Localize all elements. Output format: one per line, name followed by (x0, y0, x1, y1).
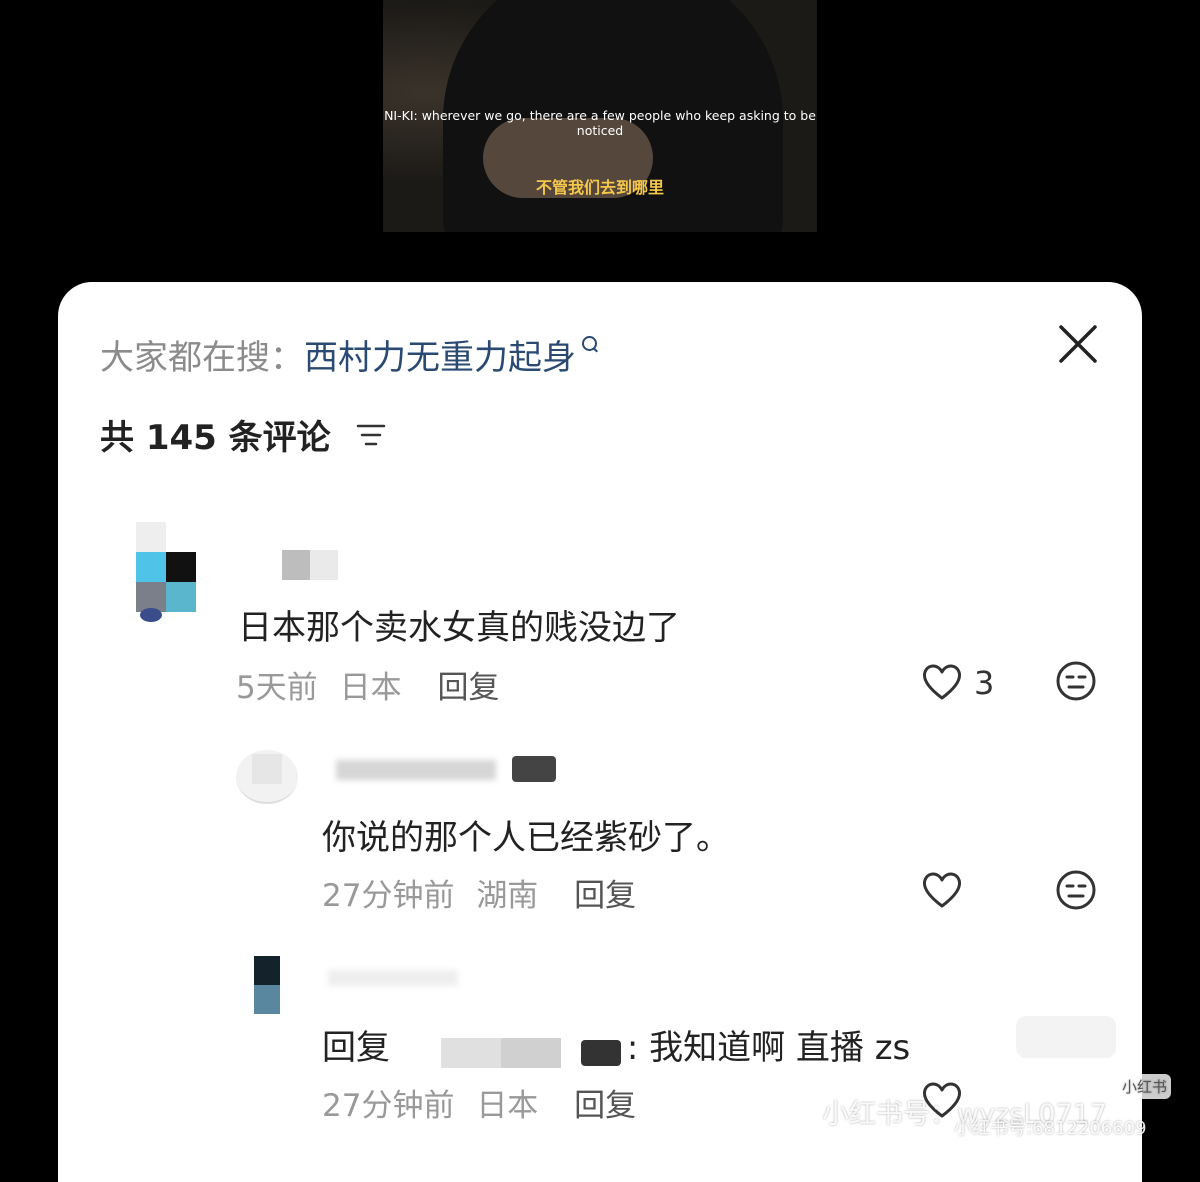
search-icon (582, 336, 597, 351)
close-icon[interactable] (1056, 322, 1100, 366)
like-count: 3 (974, 664, 995, 702)
avatar[interactable] (136, 522, 196, 622)
comment-location: 日本 (339, 670, 402, 706)
username-blurred[interactable] (328, 964, 458, 992)
video-preview[interactable]: NI-KI: wherever we go, there are a few p… (383, 0, 817, 232)
watermark-logo (1016, 1016, 1116, 1058)
search-suggestion[interactable]: 大家都在搜：西村力无重力起身 (100, 330, 597, 379)
comment-meta: 27分钟前 湖南 回复 (322, 870, 636, 915)
comment-location: 湖南 (476, 878, 539, 914)
search-suggestion-term[interactable]: 西村力无重力起身 (304, 338, 576, 378)
reply-button[interactable]: 回复 (437, 670, 499, 706)
heart-icon[interactable] (920, 660, 964, 704)
comment-meta: 27分钟前 日本 回复 (322, 1080, 636, 1125)
search-suggestion-prefix: 大家都在搜： (100, 338, 304, 378)
comment-text: 回复 : 我知道啊 直播 zs (322, 1020, 910, 1070)
watermark-logo-text: 小红书 (1118, 1074, 1172, 1099)
heart-icon[interactable] (920, 868, 964, 912)
video-caption-chinese: 不管我们去到哪里 (535, 178, 664, 197)
comment-sheet: 大家都在搜：西村力无重力起身 共 145 条评论 日本那个卖水女真的贱没边了 5… (58, 282, 1142, 1182)
comment-time: 27分钟前 (322, 878, 455, 914)
reply-prefix: 回复 (322, 1028, 390, 1068)
sort-icon[interactable] (356, 423, 386, 447)
username-blurred[interactable] (336, 752, 572, 786)
comment-text: 日本那个卖水女真的贱没边了 (238, 608, 680, 648)
comment-time: 27分钟前 (322, 1088, 455, 1124)
reply-button[interactable]: 回复 (574, 1088, 636, 1124)
emoji-icon[interactable] (1054, 659, 1098, 703)
comment-time: 5天前 (236, 670, 318, 706)
comment-count: 共 145 条评论 (100, 418, 331, 458)
comment-text: 你说的那个人已经紫砂了。 (322, 818, 730, 858)
video-caption-english: NI-KI: wherever we go, there are a few p… (384, 108, 816, 138)
emoji-icon[interactable] (1054, 868, 1098, 912)
reply-button[interactable]: 回复 (574, 878, 636, 914)
comment-location: 日本 (476, 1088, 539, 1124)
avatar[interactable] (236, 750, 298, 806)
reply-content: : 我知道啊 直播 zs (626, 1028, 911, 1068)
mentioned-user-blurred[interactable] (401, 1030, 627, 1070)
avatar[interactable] (254, 956, 280, 1014)
username-blurred[interactable] (282, 550, 338, 580)
comment-meta: 5天前 日本 回复 (236, 662, 499, 707)
watermark-secondary: 小红书号:6812206609 (954, 1118, 1147, 1139)
